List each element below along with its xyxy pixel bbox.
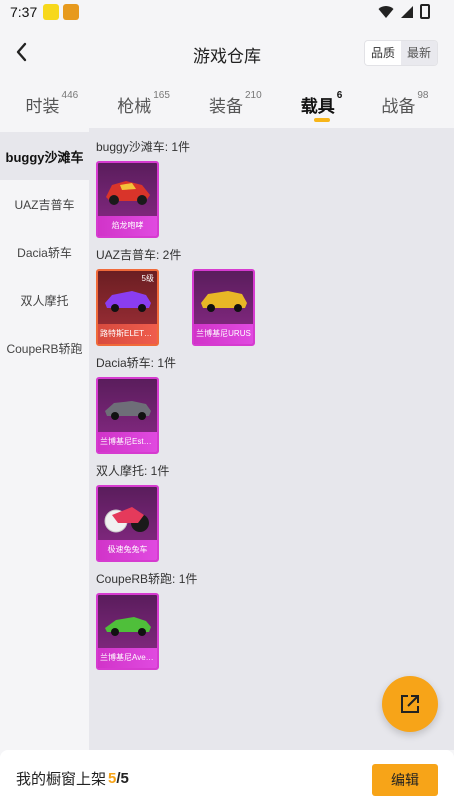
vehicle-image (105, 617, 151, 636)
vehicle-name: 兰博基尼Aventador (98, 648, 157, 668)
showcase-label: 我的橱窗上架 (16, 771, 107, 788)
status-bar: 7:37 (0, 0, 454, 24)
battery-icon (420, 4, 430, 19)
sidebar-item-uaz[interactable]: UAZ吉普车 (0, 180, 89, 228)
signal-icon (401, 5, 413, 18)
vehicle-group-dacia: Dacia轿车: 1件 兰博基尼Estoque (96, 354, 446, 454)
group-title: UAZ吉普车: 2件 (96, 248, 182, 262)
share-button[interactable] (382, 676, 438, 732)
vehicle-card[interactable]: 兰博基尼URUS (192, 269, 255, 346)
vehicle-name: 兰博基尼URUS (194, 324, 253, 344)
sidebar-item-buggy[interactable]: buggy沙滩车 (0, 132, 89, 180)
group-title: 双人摩托: 1件 (96, 464, 170, 478)
vehicle-card[interactable]: 5级 路特斯ELETRE (96, 269, 159, 346)
sort-latest-button[interactable]: 最新 (400, 41, 437, 65)
vehicle-image (104, 507, 149, 533)
warehouse-body: buggy沙滩车 UAZ吉普车 Dacia轿车 双人摩托 CoupeRB轿跑 b… (0, 128, 454, 750)
app-notification-icon (43, 4, 60, 20)
vehicle-image (201, 291, 247, 312)
vehicle-card[interactable]: 兰博基尼Aventador (96, 593, 159, 670)
vehicle-image (106, 181, 150, 205)
vehicle-group-couperb: CoupeRB轿跑: 1件 兰博基尼Aventador (96, 570, 446, 670)
status-icons (378, 4, 430, 19)
vehicle-name: 焰龙咆哮 (98, 216, 157, 236)
showcase-count: 5/5 (108, 770, 129, 787)
vehicle-card[interactable]: 兰博基尼Estoque (96, 377, 159, 454)
vehicle-type-sidebar: buggy沙滩车 UAZ吉普车 Dacia轿车 双人摩托 CoupeRB轿跑 (0, 128, 89, 750)
vehicle-group-buggy: buggy沙滩车: 1件 焰龙咆哮 (96, 138, 446, 238)
vehicle-card[interactable]: 极速兔兔车 (96, 485, 159, 562)
tab-fashion[interactable]: 时装 446 (26, 82, 79, 117)
vehicle-image (105, 291, 151, 312)
sort-quality-button[interactable]: 品质 (364, 41, 401, 65)
vehicle-image (105, 401, 151, 420)
showcase-footer: 我的橱窗上架 5/5 编辑 (0, 750, 454, 807)
group-title: CoupeRB轿跑: 1件 (96, 572, 198, 586)
tab-guns[interactable]: 枪械 165 (117, 82, 170, 117)
vehicle-card[interactable]: 焰龙咆哮 (96, 161, 159, 238)
wifi-icon (378, 5, 394, 18)
sidebar-item-couperb[interactable]: CoupeRB轿跑 (0, 324, 89, 372)
category-tabs: 时装 446 枪械 165 装备 210 载具 6 战备 98 (0, 82, 454, 128)
vehicle-group-motorbike: 双人摩托: 1件 极速兔兔车 (96, 462, 446, 562)
sidebar-item-dacia[interactable]: Dacia轿车 (0, 228, 89, 276)
vehicle-name: 兰博基尼Estoque (98, 432, 157, 452)
vehicle-list: buggy沙滩车: 1件 焰龙咆哮 UAZ吉普车: 2件 5级 路特斯ELETR… (96, 138, 446, 678)
group-title: Dacia轿车: 1件 (96, 356, 177, 370)
external-link-icon (401, 695, 419, 713)
tab-vehicles[interactable]: 载具 6 (301, 82, 342, 122)
app-notification-icon (63, 4, 80, 20)
edit-button[interactable]: 编辑 (372, 764, 438, 796)
status-time: 7:37 (10, 4, 38, 20)
tab-equipment[interactable]: 装备 210 (209, 82, 262, 117)
vehicle-name: 极速兔兔车 (98, 540, 157, 560)
sort-toggle: 品质 最新 (363, 40, 438, 66)
tab-supplies[interactable]: 战备 98 (381, 82, 428, 117)
sidebar-item-motorbike[interactable]: 双人摩托 (0, 276, 89, 324)
vehicle-group-uaz: UAZ吉普车: 2件 5级 路特斯ELETRE 兰博基尼URUS (96, 246, 446, 346)
header: 游戏仓库 品质 最新 (0, 24, 454, 82)
vehicle-name: 路特斯ELETRE (98, 324, 157, 344)
group-title: buggy沙滩车: 1件 (96, 140, 191, 154)
